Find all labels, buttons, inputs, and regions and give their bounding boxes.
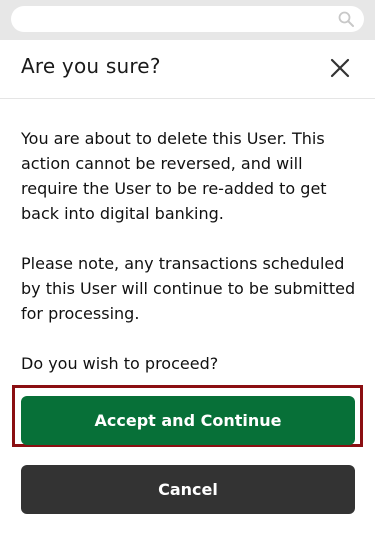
dialog-message-delete: You are about to delete this User. This … — [21, 129, 327, 223]
dialog-message-transactions: Please note, any transactions scheduled … — [21, 254, 356, 323]
cancel-button[interactable]: Cancel — [21, 465, 355, 514]
confirm-dialog: Are you sure? You are about to delete th… — [0, 40, 375, 535]
close-icon[interactable] — [329, 57, 351, 79]
dialog-title: Are you sure? — [21, 54, 161, 78]
dialog-header: Are you sure? — [0, 40, 375, 99]
dialog-message-proceed: Do you wish to proceed? — [21, 354, 219, 373]
search-input[interactable] — [11, 6, 364, 32]
accept-and-continue-button[interactable]: Accept and Continue — [21, 396, 355, 445]
search-icon[interactable] — [338, 11, 354, 27]
top-search-bar — [0, 0, 375, 40]
